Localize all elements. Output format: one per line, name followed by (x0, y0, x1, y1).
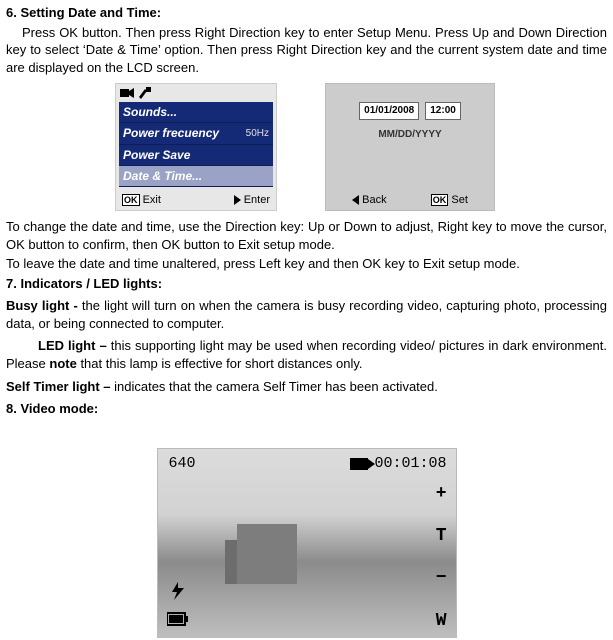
section-6-title: 6. Setting Date and Time: (6, 4, 607, 22)
zoom-plus: + (436, 482, 447, 506)
zoom-indicator: + T − W (436, 482, 447, 633)
lcd1-footer: OK Exit Enter (116, 190, 276, 210)
exit-label: Exit (143, 194, 161, 206)
video-resolution: 640 (167, 454, 198, 474)
figure-row: Sounds... Power frecuency 50Hz Power Sav… (116, 84, 607, 210)
set-label: Set (451, 194, 468, 206)
menu-item-power-save: Power Save (119, 145, 273, 166)
left-arrow-icon (352, 195, 359, 205)
back-hint: Back (352, 193, 386, 208)
scene-building (237, 524, 297, 584)
led-light-text-b: that this lamp is effective for short di… (77, 356, 363, 371)
busy-light-label: Busy light - (6, 298, 82, 313)
back-label: Back (362, 194, 386, 206)
setup-icon (137, 87, 153, 99)
video-time-value: 00:01:08 (374, 454, 446, 474)
zoom-t: T (436, 524, 447, 548)
lcd-setup-menu: Sounds... Power frecuency 50Hz Power Sav… (116, 84, 276, 210)
video-timer: 00:01:08 (350, 454, 446, 474)
ok-icon: OK (431, 194, 449, 206)
zoom-minus: − (436, 566, 447, 590)
section-7-title: 7. Indicators / LED lights: (6, 275, 607, 293)
date-format-label: MM/DD/YYYY (378, 128, 441, 142)
menu-item-date-time: Date & Time... (119, 166, 273, 187)
lcd2-body: 01/01/2008 12:00 MM/DD/YYYY (326, 84, 494, 190)
right-arrow-icon (234, 195, 241, 205)
section-6-body-text: Press OK button. Then press Right Direct… (6, 25, 607, 75)
battery-icon (167, 610, 189, 628)
time-field: 12:00 (425, 102, 461, 120)
self-timer-text: indicates that the camera Self Timer has… (114, 379, 438, 394)
setup-menu-list: Sounds... Power frecuency 50Hz Power Sav… (119, 102, 273, 190)
enter-hint: Enter (234, 193, 270, 208)
zoom-w: W (436, 609, 447, 633)
video-left-icons (167, 582, 189, 628)
lcd-video-mode: 640 00:01:08 + T − W (157, 448, 457, 638)
date-time-fields: 01/01/2008 12:00 (359, 102, 461, 120)
menu-item-power-frequency: Power frecuency 50Hz (119, 123, 273, 144)
section-8-title: 8. Video mode: (6, 400, 607, 418)
lcd-date-time: 01/01/2008 12:00 MM/DD/YYYY Back OK Set (326, 84, 494, 210)
lcd1-status-icons (116, 84, 276, 102)
led-light-row: LED light – this supporting light may be… (6, 337, 607, 372)
video-figure-wrap: 640 00:01:08 + T − W (6, 448, 607, 638)
section-6-body: Press OK button. Then press Right Direct… (6, 24, 607, 77)
menu-item-power-frequency-value: 50Hz (246, 127, 269, 141)
menu-item-power-frequency-label: Power frecuency (123, 125, 219, 141)
note-word: note (49, 356, 76, 371)
date-field: 01/01/2008 (359, 102, 419, 120)
busy-light-row: Busy light - the light will turn on when… (6, 297, 607, 332)
flash-icon (167, 582, 189, 600)
video-icon (120, 87, 134, 99)
led-light-label: LED light – (38, 338, 111, 353)
menu-item-sounds: Sounds... (119, 102, 273, 123)
camcorder-icon (350, 458, 368, 470)
self-timer-row: Self Timer light – indicates that the ca… (6, 378, 607, 396)
video-topbar: 640 00:01:08 (157, 454, 457, 474)
self-timer-label: Self Timer light – (6, 379, 114, 394)
section-6-change: To change the date and time, use the Dir… (6, 218, 607, 253)
section-6-leave: To leave the date and time unaltered, pr… (6, 255, 607, 273)
ok-icon: OK (122, 194, 140, 206)
exit-hint: OK Exit (122, 193, 161, 208)
enter-label: Enter (244, 194, 270, 206)
set-hint: OK Set (431, 193, 468, 208)
busy-light-text: the light will turn on when the camera i… (6, 298, 607, 331)
lcd2-footer: Back OK Set (326, 190, 494, 210)
